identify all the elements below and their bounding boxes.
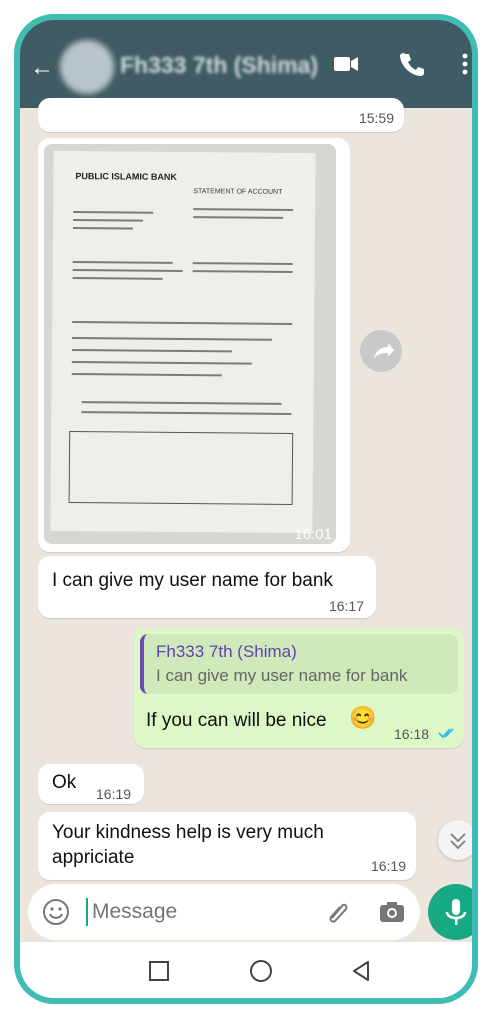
message-bubble-image[interactable]: PUBLIC ISLAMIC BANK STATEMENT OF ACCOUNT — [38, 138, 350, 552]
camera-icon[interactable] — [378, 898, 406, 926]
doc-line — [73, 219, 144, 222]
message-bubble-incoming[interactable]: I can give my user name for bank 16:17 — [38, 556, 376, 618]
doc-line — [72, 321, 293, 325]
phone-frame: ← Fh333 7th (Shima) 15:59 PUBLIC ISLAMIC… — [14, 14, 478, 1004]
chat-area[interactable]: 15:59 PUBLIC ISLAMIC BANK STATEMENT OF A… — [20, 98, 472, 940]
doc-line — [192, 270, 293, 273]
doc-line — [71, 373, 222, 377]
back-arrow-icon[interactable]: ← — [30, 54, 54, 82]
message-bubble-incoming[interactable]: Ok 16:19 — [38, 764, 144, 804]
message-bubble-outgoing[interactable]: Fh333 7th (Shima) I can give my user nam… — [134, 628, 464, 748]
attach-icon[interactable] — [324, 898, 352, 926]
message-time: 16:17 — [328, 598, 364, 614]
phone-icon[interactable] — [398, 50, 426, 78]
message-time: 16:18 — [394, 726, 430, 742]
home-icon[interactable] — [248, 958, 274, 984]
more-vert-icon[interactable] — [460, 50, 470, 78]
doc-line — [193, 216, 284, 219]
doc-line — [81, 411, 292, 415]
doc-line — [71, 361, 252, 365]
smile-emoji-icon: 😊 — [349, 705, 377, 730]
doc-line — [72, 261, 173, 264]
bank-statement-document: PUBLIC ISLAMIC BANK STATEMENT OF ACCOUNT — [50, 150, 316, 534]
message-text: Your kindness help is very much appricia… — [52, 822, 324, 868]
double-check-icon — [438, 728, 454, 739]
bank-statement-photo[interactable]: PUBLIC ISLAMIC BANK STATEMENT OF ACCOUNT — [44, 144, 336, 544]
message-time: 16:19 — [96, 786, 132, 802]
doc-line — [71, 349, 232, 353]
doc-line — [72, 277, 163, 280]
doc-line — [193, 208, 294, 211]
quote-author: Fh333 7th (Shima) — [156, 642, 297, 661]
message-time: 16:19 — [370, 858, 406, 874]
doc-line — [72, 227, 133, 230]
doc-line — [192, 262, 293, 265]
contact-name[interactable]: Fh333 7th (Shima) — [120, 52, 318, 79]
mic-icon — [445, 899, 467, 925]
doc-line — [72, 269, 183, 272]
message-bubble-incoming[interactable]: 15:59 — [38, 98, 404, 132]
doc-line — [73, 211, 154, 214]
chat-header: ← Fh333 7th (Shima) — [20, 20, 472, 108]
message-text: If you can will be nice — [146, 710, 327, 731]
message-time: 16:01 — [294, 526, 332, 543]
message-composer[interactable] — [28, 884, 420, 940]
message-input[interactable] — [90, 894, 314, 930]
mic-button[interactable] — [428, 884, 472, 940]
doc-line — [72, 337, 273, 341]
video-call-icon[interactable] — [332, 50, 360, 78]
message-text: I can give my user name for bank — [52, 570, 333, 591]
forward-icon[interactable] — [360, 330, 402, 372]
text-cursor — [86, 898, 88, 926]
quoted-message[interactable]: Fh333 7th (Shima) I can give my user nam… — [140, 634, 458, 694]
back-icon[interactable] — [350, 960, 372, 982]
system-nav-bar — [20, 942, 472, 998]
doc-notice-box — [68, 431, 294, 505]
document-title: PUBLIC ISLAMIC BANK — [75, 171, 177, 182]
recent-apps-icon[interactable] — [148, 960, 170, 982]
message-time: 15:59 — [358, 110, 394, 126]
avatar[interactable] — [60, 40, 114, 94]
message-bubble-incoming[interactable]: Your kindness help is very much appricia… — [38, 812, 416, 880]
document-subtitle: STATEMENT OF ACCOUNT — [193, 188, 283, 196]
message-text: Ok — [52, 772, 77, 793]
emoji-icon[interactable] — [42, 898, 70, 926]
quote-text: I can give my user name for bank — [156, 666, 408, 685]
scroll-down-button[interactable] — [438, 820, 472, 860]
doc-line — [81, 401, 282, 405]
